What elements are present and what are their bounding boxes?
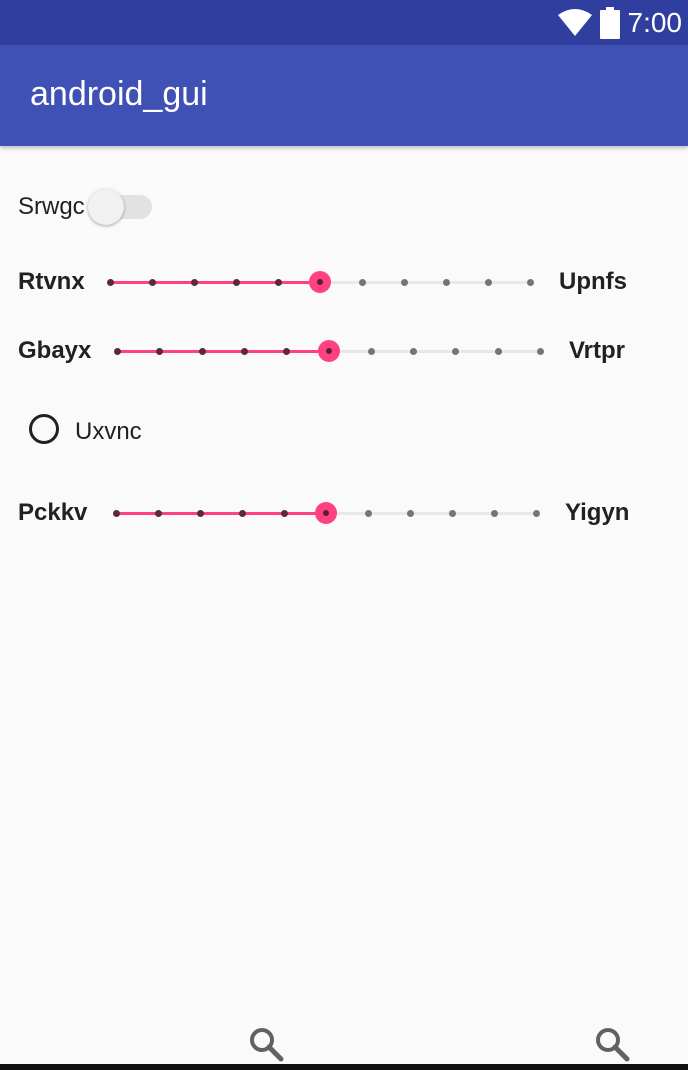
wifi-icon xyxy=(557,8,592,36)
slider-tick xyxy=(198,348,206,355)
slider-tick xyxy=(156,348,164,355)
rtvnx-slider[interactable] xyxy=(107,267,534,297)
slider-thumb[interactable] xyxy=(309,271,331,293)
search-icon[interactable] xyxy=(594,1026,630,1062)
slider-tick xyxy=(191,279,198,286)
slider-tick xyxy=(359,279,366,286)
slider-fill xyxy=(110,281,320,284)
battery-icon xyxy=(599,6,620,39)
slider-left-label: Rtvnx xyxy=(18,268,85,295)
uxvnc-radio[interactable] xyxy=(29,414,59,444)
slider-tick xyxy=(485,279,492,286)
slider-tick xyxy=(240,348,248,355)
switch-thumb xyxy=(88,189,124,225)
radio-label: Uxvnc xyxy=(75,418,142,445)
slider-tick xyxy=(443,279,450,286)
slider-tick xyxy=(537,348,544,355)
slider-thumb-dot xyxy=(317,279,323,285)
slider-thumb-dot xyxy=(325,348,332,354)
slider-tick xyxy=(239,510,246,517)
slider-fill xyxy=(116,512,326,515)
slider-right-label: Yigyn xyxy=(565,499,630,526)
slider-tick xyxy=(401,279,408,286)
slider-tick xyxy=(149,279,156,286)
slider-tick xyxy=(452,348,460,355)
search-icon[interactable] xyxy=(248,1026,284,1062)
slider-tick xyxy=(533,510,540,517)
slider-tick xyxy=(407,510,414,517)
slider-tick xyxy=(283,348,291,355)
srwgc-switch[interactable] xyxy=(88,184,154,230)
pckkv-slider[interactable] xyxy=(113,498,540,528)
slider-right-label: Upnfs xyxy=(559,268,627,295)
status-bar: 7:00 xyxy=(0,0,688,45)
slider-thumb[interactable] xyxy=(317,340,340,362)
bottom-edge xyxy=(0,1064,688,1070)
app-bar: android_gui xyxy=(0,45,688,146)
slider-tick xyxy=(233,279,240,286)
slider-thumb[interactable] xyxy=(315,502,337,524)
status-time: 7:00 xyxy=(627,6,683,38)
slider-tick xyxy=(275,279,282,286)
slider-tick xyxy=(155,510,162,517)
slider-right-label: Vrtpr xyxy=(569,337,626,364)
slider-tick xyxy=(367,348,375,355)
app-title: android_gui xyxy=(30,75,208,113)
slider-tick xyxy=(281,510,288,517)
slider-tick xyxy=(410,348,418,355)
slider-tick xyxy=(114,348,121,355)
slider-tick xyxy=(113,510,120,517)
slider-tick xyxy=(494,348,502,355)
status-icons: 7:00 xyxy=(557,0,683,45)
switch-label: Srwgc xyxy=(18,193,85,220)
slider-tick xyxy=(107,279,114,286)
slider-tick xyxy=(365,510,372,517)
slider-thumb-dot xyxy=(323,510,329,516)
slider-tick xyxy=(527,279,534,286)
slider-tick xyxy=(491,510,498,517)
slider-left-label: Gbayx xyxy=(18,337,92,364)
slider-tick xyxy=(197,510,204,517)
gbayx-slider[interactable] xyxy=(114,336,544,366)
slider-tick xyxy=(449,510,456,517)
slider-fill xyxy=(117,350,329,353)
slider-left-label: Pckkv xyxy=(18,499,88,526)
